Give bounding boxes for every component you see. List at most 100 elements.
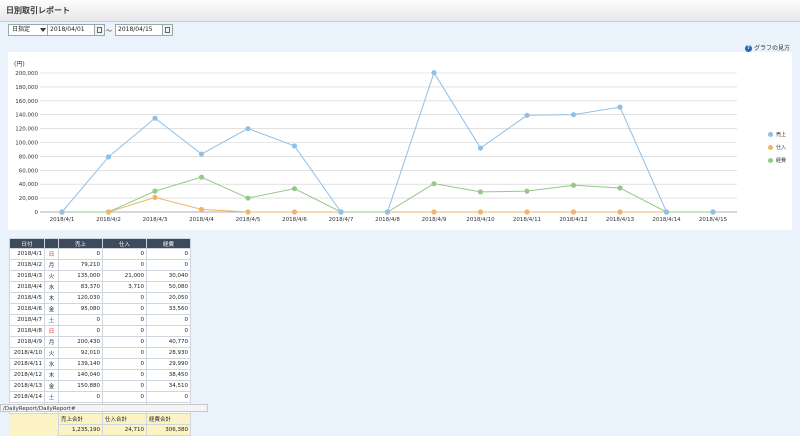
table-cell: 92,010 (58, 347, 103, 359)
table-cell: 29,990 (146, 358, 191, 370)
table-cell: 34,510 (146, 380, 191, 392)
table-cell: 0 (102, 325, 147, 337)
data-point (524, 209, 530, 215)
table-cell: 0 (146, 248, 191, 260)
table-row: 2018/4/9 月 200,430 0 40,770 (9, 336, 191, 348)
table-cell: 150,880 (58, 380, 103, 392)
table-cell: 0 (58, 325, 103, 337)
table-cell: 2018/4/6 (9, 303, 45, 315)
table-row: 2018/4/4 水 83,370 3,710 50,080 (9, 281, 191, 293)
table-cell: 0 (102, 303, 147, 315)
data-point (617, 209, 623, 215)
x-tick-label: 2018/4/13 (606, 217, 635, 223)
x-tick-label: 2018/4/4 (189, 217, 214, 223)
y-tick-label: 180,000 (15, 85, 38, 91)
table-cell: 33,560 (146, 303, 191, 315)
totals-label-row: 売上合計 仕入合計 経費合計 (9, 413, 191, 425)
legend-marker (768, 158, 773, 163)
table-cell: 2018/4/10 (9, 347, 45, 359)
table-cell: 0 (102, 380, 147, 392)
totals-value-row: 1,235,190 24,710 306,380 (9, 424, 191, 436)
weekday-cell: 水 (44, 358, 59, 370)
table-cell: 40,770 (146, 336, 191, 348)
table-row: 2018/4/1 日 0 0 0 (9, 248, 191, 260)
table-row: 2018/4/14 土 0 0 0 (9, 391, 191, 403)
line-chart: 0 20,000 40,000 60,000 80,000 100,000 120,000 1… (15, 70, 737, 223)
legend-label: 売上 (776, 132, 787, 138)
total-label-cell: 仕入合計 (102, 413, 147, 425)
table-cell: 3,710 (102, 281, 147, 293)
y-tick-label: 20,000 (19, 196, 39, 202)
date-from-input[interactable]: 2018/04/01 (47, 24, 95, 36)
data-point (431, 209, 437, 215)
x-tick-label: 2018/4/7 (329, 217, 354, 223)
period-select[interactable]: 日指定 (8, 24, 49, 36)
chart-panel: 0 20,000 40,000 60,000 80,000 100,000 120,000 1… (8, 52, 792, 230)
x-tick-label: 2018/4/14 (652, 217, 681, 223)
legend-label: 仕入 (776, 145, 787, 151)
table-cell: 0 (58, 314, 103, 326)
spacer-cell (44, 413, 59, 425)
x-tick-label: 2018/4/2 (96, 217, 121, 223)
table-cell: 0 (102, 358, 147, 370)
table-cell: 139,140 (58, 358, 103, 370)
y-tick-label: 60,000 (19, 168, 39, 174)
table-row: 2018/4/6 金 95,080 0 33,560 (9, 303, 191, 315)
table-cell: 0 (58, 391, 103, 403)
table-cell: 120,030 (58, 292, 103, 304)
table-cell: 50,080 (146, 281, 191, 293)
total-value-cell: 306,380 (146, 424, 191, 436)
period-select-value: 日指定 (12, 26, 31, 33)
chevron-down-icon (40, 28, 46, 32)
table-cell: 2018/4/9 (9, 336, 45, 348)
table-header-cell: 経費 (146, 238, 191, 249)
data-point (198, 151, 205, 157)
calendar-icon[interactable] (94, 24, 105, 36)
y-tick-label: 40,000 (19, 182, 39, 188)
page-title: 日別取引レポート (6, 6, 70, 15)
table-cell: 28,930 (146, 347, 191, 359)
data-point (291, 143, 298, 149)
data-point (291, 186, 298, 192)
y-tick-label: 100,000 (15, 141, 38, 147)
chart-help-link[interactable]: ? グラフの見方 (744, 43, 790, 52)
data-point (617, 185, 623, 191)
table-cell: 2018/4/4 (9, 281, 45, 293)
calendar-icon[interactable] (162, 24, 173, 36)
weekday-cell: 木 (44, 292, 59, 304)
table-cell: 2018/4/7 (9, 314, 45, 326)
chart-legend: 売上 仕入 経費 (768, 128, 786, 167)
x-tick-label: 2018/4/6 (282, 217, 307, 223)
date-to-input[interactable]: 2018/04/15 (115, 24, 163, 36)
x-tick-label: 2018/4/9 (422, 217, 447, 223)
data-point (431, 181, 437, 187)
data-point (152, 194, 158, 201)
data-point (663, 209, 670, 215)
date-separator: ～ (106, 28, 113, 35)
total-label-cell: 売上合計 (58, 413, 103, 425)
spacer-cell (9, 424, 45, 436)
x-tick-label: 2018/4/10 (466, 217, 495, 223)
total-label-cell: 経費合計 (146, 413, 191, 425)
legend-item: 仕入 (768, 141, 786, 154)
table-cell: 140,040 (58, 369, 103, 381)
x-tick-label: 2018/4/1 (50, 217, 75, 223)
spacer-cell (9, 413, 45, 425)
data-point (570, 112, 577, 118)
data-point (291, 209, 298, 215)
weekday-cell: 火 (44, 270, 59, 282)
title-bar: 日別取引レポート (0, 0, 800, 22)
data-point (431, 70, 437, 76)
table-row: 2018/4/2 月 79,210 0 0 (9, 259, 191, 271)
weekday-cell: 火 (44, 347, 59, 359)
weekday-cell: 日 (44, 248, 59, 260)
weekday-cell: 金 (44, 380, 59, 392)
data-point (152, 188, 158, 194)
table-cell: 30,040 (146, 270, 191, 282)
table-cell: 2018/4/11 (9, 358, 45, 370)
data-point (245, 125, 251, 132)
y-tick-label: 0 (35, 210, 39, 216)
y-tick-label: 120,000 (15, 127, 38, 133)
table-row: 2018/4/10 火 92,010 0 28,930 (9, 347, 191, 359)
table-cell: 0 (102, 369, 147, 381)
